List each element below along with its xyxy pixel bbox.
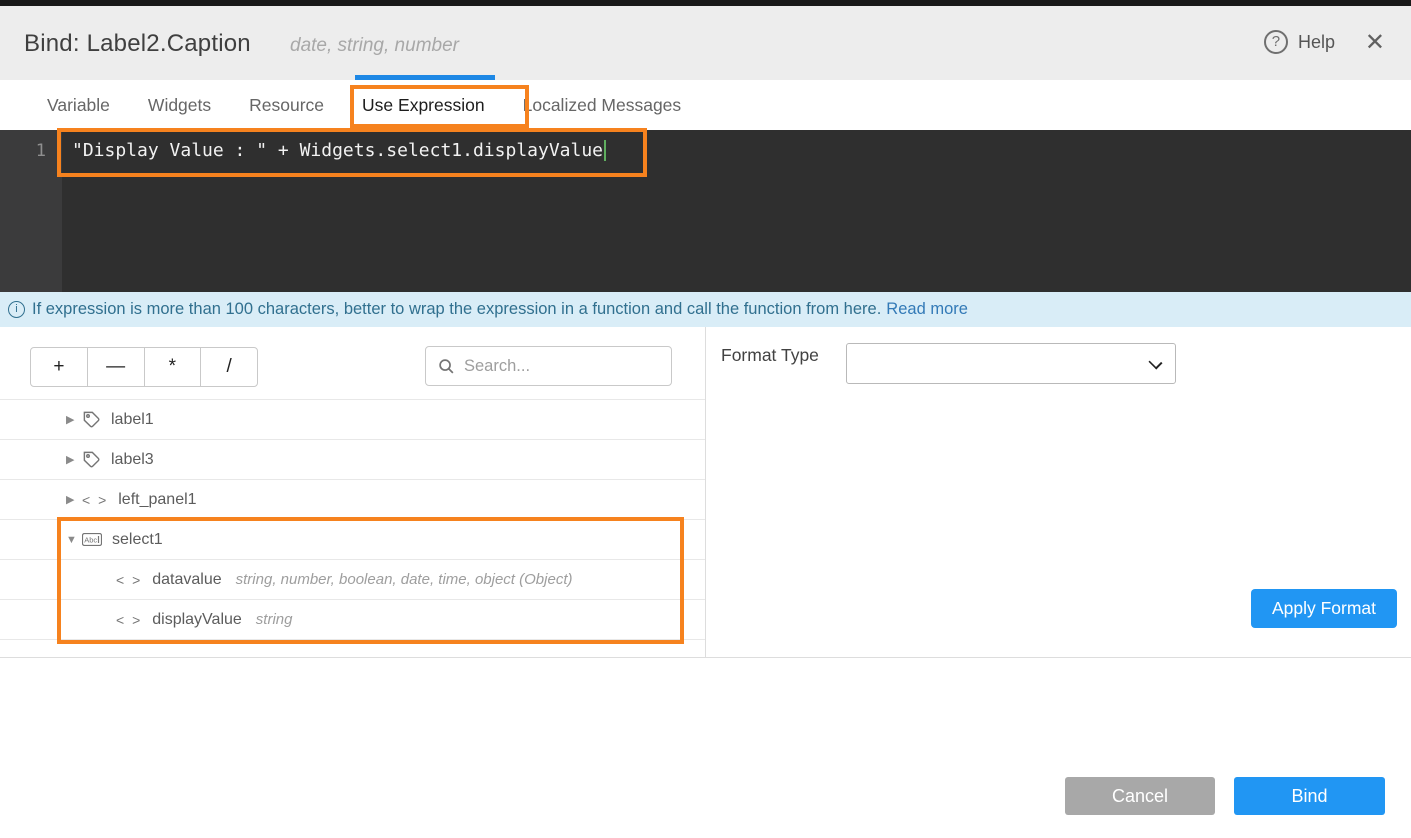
widget-tree-panel: + — * / ▶ [0,327,705,658]
expression-code-line: "Display Value : " + Widgets.select1.dis… [72,140,606,161]
tree-item-name: select1 [112,531,163,549]
chevron-right-icon[interactable]: ▶ [66,413,82,426]
tree-item-name: label1 [111,411,154,429]
multiply-operator-button[interactable]: * [144,348,201,386]
bind-button[interactable]: Bind [1234,777,1385,815]
format-panel: Format Type Apply Format [705,327,1411,658]
cancel-button[interactable]: Cancel [1065,777,1215,815]
tree-row-select1[interactable]: ▼ Abc select1 [0,520,705,560]
tree-row-label1[interactable]: ▶ label1 [0,400,705,440]
operator-button-group: + — * / [30,347,258,387]
dialog-header: Bind: Label2.Caption date, string, numbe… [0,6,1411,80]
chevron-right-icon[interactable]: ▶ [66,493,82,506]
help-button[interactable]: ? Help [1264,30,1335,54]
tree-row-displayvalue[interactable]: < > displayValue string [0,600,705,640]
text-cursor [604,140,606,161]
tree-item-name: label3 [111,451,154,469]
code-widget-icon: < > [82,492,108,508]
tree-item-type: string, number, boolean, date, time, obj… [236,571,573,588]
svg-text:Abc: Abc [84,536,97,545]
tab-widgets[interactable]: Widgets [146,95,213,116]
expression-info-bar: i If expression is more than 100 charact… [0,292,1411,327]
tab-resource[interactable]: Resource [247,95,326,116]
close-icon[interactable]: ✕ [1365,32,1385,54]
tree-row-left-panel1[interactable]: ▶ < > left_panel1 [0,480,705,520]
tree-item-name: displayValue [152,611,242,629]
line-number: 1 [0,141,46,161]
tab-localized-messages[interactable]: Localized Messages [521,95,684,116]
help-question-icon: ? [1264,30,1288,54]
minus-operator-button[interactable]: — [87,348,144,386]
label-tag-icon [82,450,101,469]
select-widget-icon: Abc [82,533,102,546]
chevron-right-icon[interactable]: ▶ [66,453,82,466]
tree-item-name: left_panel1 [118,491,196,509]
body-panels: + — * / ▶ [0,327,1411,658]
tree-row-label3[interactable]: ▶ label3 [0,440,705,480]
info-text: If expression is more than 100 character… [32,300,881,319]
search-input[interactable] [464,357,659,376]
tree-item-type: string [256,611,293,628]
editor-gutter: 1 [0,130,62,292]
help-label: Help [1298,32,1335,53]
chevron-down-icon [1148,355,1162,369]
expression-code-editor[interactable]: 1 "Display Value : " + Widgets.select1.d… [0,130,1411,292]
search-icon [438,358,455,375]
tree-row-datavalue[interactable]: < > datavalue string, number, boolean, d… [0,560,705,600]
tab-variable[interactable]: Variable [45,95,112,116]
divide-operator-button[interactable]: / [200,348,257,386]
code-property-icon: < > [116,612,142,628]
apply-format-button[interactable]: Apply Format [1251,589,1397,628]
dialog-subtitle: date, string, number [290,35,459,57]
tab-bar: Variable Widgets Resource Use Expression… [0,80,1411,130]
dialog-title: Bind: Label2.Caption [24,30,251,58]
tab-use-expression[interactable]: Use Expression [360,95,487,116]
format-type-select[interactable] [846,343,1176,384]
tree-item-name: datavalue [152,571,221,589]
chevron-down-icon[interactable]: ▼ [66,534,82,546]
label-tag-icon [82,410,101,429]
expression-text: "Display Value : " + Widgets.select1.dis… [72,140,603,161]
tree-search-box [425,346,672,386]
format-type-label: Format Type [721,345,819,366]
info-icon: i [8,301,25,318]
read-more-link[interactable]: Read more [886,300,968,319]
code-property-icon: < > [116,572,142,588]
bind-dialog: Bind: Label2.Caption date, string, numbe… [0,0,1411,838]
plus-operator-button[interactable]: + [31,348,87,386]
widget-tree: ▶ label1 ▶ [0,399,705,640]
